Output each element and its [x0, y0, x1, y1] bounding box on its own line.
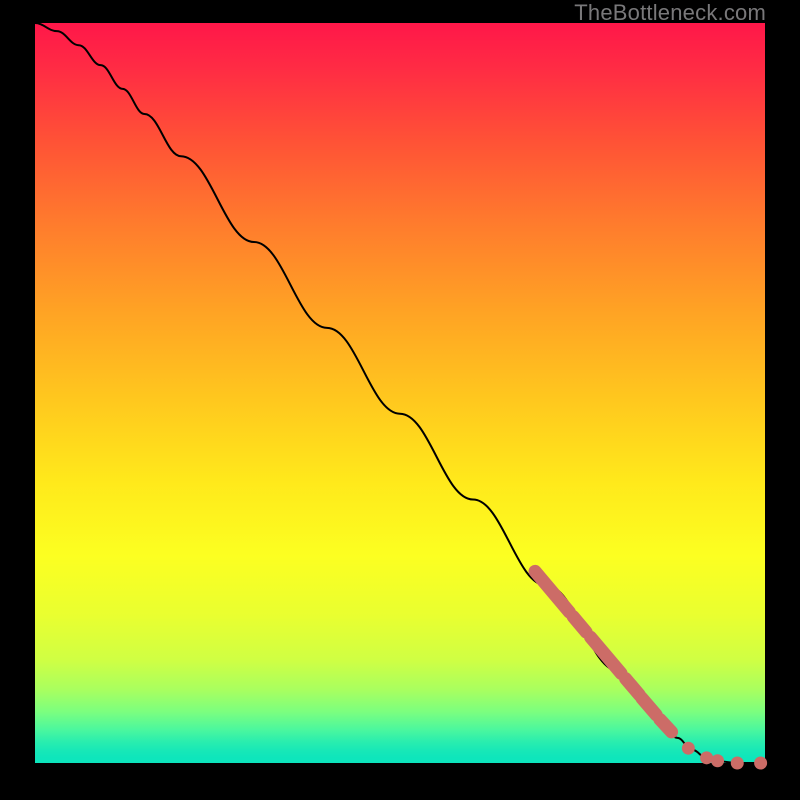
highlight-dot — [754, 757, 767, 770]
chart-stage: TheBottleneck.com — [0, 0, 800, 800]
chart-curve — [35, 23, 765, 763]
chart-plot-area — [35, 23, 765, 763]
highlight-segment — [535, 571, 569, 612]
highlight-segment — [591, 637, 622, 673]
attribution-label: TheBottleneck.com — [574, 0, 766, 26]
highlight-dot — [700, 751, 713, 764]
highlight-dot — [711, 754, 724, 767]
highlight-segment — [660, 719, 672, 732]
highlight-dot — [731, 757, 744, 770]
chart-highlight-segments — [535, 571, 672, 732]
highlight-segment — [642, 698, 657, 715]
chart-highlight-dots — [682, 742, 767, 770]
highlight-segment — [573, 616, 586, 632]
chart-svg — [35, 23, 765, 763]
highlight-segment — [626, 679, 640, 695]
highlight-dot — [682, 742, 695, 755]
